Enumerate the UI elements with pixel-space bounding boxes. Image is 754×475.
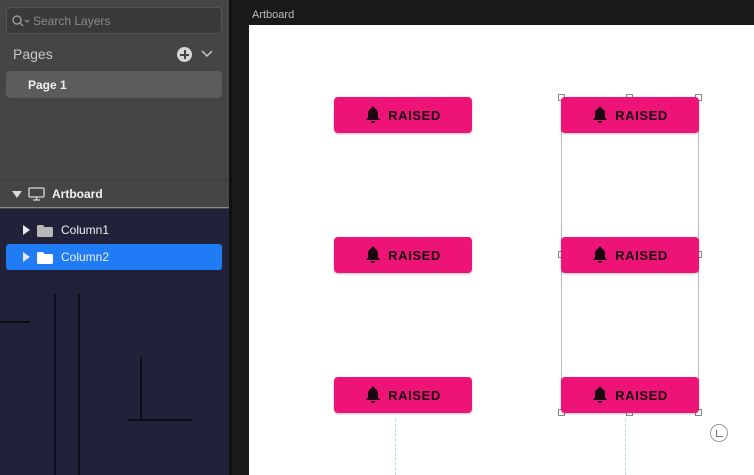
layer-artboard[interactable]: Artboard [0, 180, 229, 208]
artboard-layer-label: Artboard [52, 187, 103, 201]
layer-label: Column1 [61, 223, 110, 237]
add-page-icon[interactable] [177, 47, 192, 62]
resize-corner-icon[interactable] [710, 424, 728, 442]
bell-icon [592, 386, 608, 404]
raised-button-label: RAISED [388, 247, 441, 263]
wireframe-line [78, 294, 80, 475]
page-item-label: Page 1 [28, 77, 67, 92]
bell-icon [365, 246, 381, 264]
canvas[interactable]: Artboard RAISED RAISED RAISED RAISED RAI… [232, 0, 754, 475]
wireframe-line [0, 321, 30, 323]
raised-button[interactable]: RAISED [334, 97, 472, 133]
wireframe-line [140, 357, 142, 421]
raised-button-label: RAISED [615, 247, 668, 263]
raised-button-label: RAISED [388, 107, 441, 123]
folder-icon [37, 224, 53, 237]
bell-icon [365, 386, 381, 404]
raised-button[interactable]: RAISED [561, 237, 699, 273]
sidebar: Search Layers Pages Page 1 Artboard Colu… [0, 0, 229, 475]
raised-button[interactable]: RAISED [561, 97, 699, 133]
disclosure-down-icon[interactable] [12, 190, 22, 198]
wireframe-line [128, 419, 192, 421]
pages-header: Pages [13, 46, 213, 64]
artboard[interactable]: RAISED RAISED RAISED RAISED RAISED RAISE… [249, 25, 754, 475]
bell-icon [592, 106, 608, 124]
search-input[interactable]: Search Layers [33, 14, 110, 28]
page-item-page-1[interactable]: Page 1 [6, 71, 222, 98]
disclosure-right-icon[interactable] [23, 225, 30, 235]
layer-label: Column2 [61, 250, 110, 264]
disclosure-right-icon[interactable] [23, 252, 30, 262]
guide-line [625, 419, 626, 475]
layer-column2[interactable]: Column2 [6, 244, 222, 270]
raised-button-label: RAISED [388, 387, 441, 403]
layer-column1[interactable]: Column1 [6, 217, 222, 243]
raised-button[interactable]: RAISED [561, 377, 699, 413]
folder-icon [37, 251, 53, 264]
search-icon[interactable] [11, 14, 31, 28]
pages-title: Pages [13, 46, 53, 62]
chevron-down-icon[interactable] [200, 47, 214, 61]
bell-icon [365, 106, 381, 124]
raised-button-label: RAISED [615, 387, 668, 403]
guide-line [395, 419, 396, 475]
raised-button[interactable]: RAISED [334, 237, 472, 273]
bell-icon [592, 246, 608, 264]
monitor-icon [28, 187, 45, 201]
raised-button[interactable]: RAISED [334, 377, 472, 413]
wireframe-line [54, 294, 56, 475]
raised-button-label: RAISED [615, 107, 668, 123]
search-layers-field[interactable]: Search Layers [6, 7, 222, 34]
layer-list: Column1 Column2 [0, 209, 229, 475]
artboard-title[interactable]: Artboard [252, 9, 294, 21]
